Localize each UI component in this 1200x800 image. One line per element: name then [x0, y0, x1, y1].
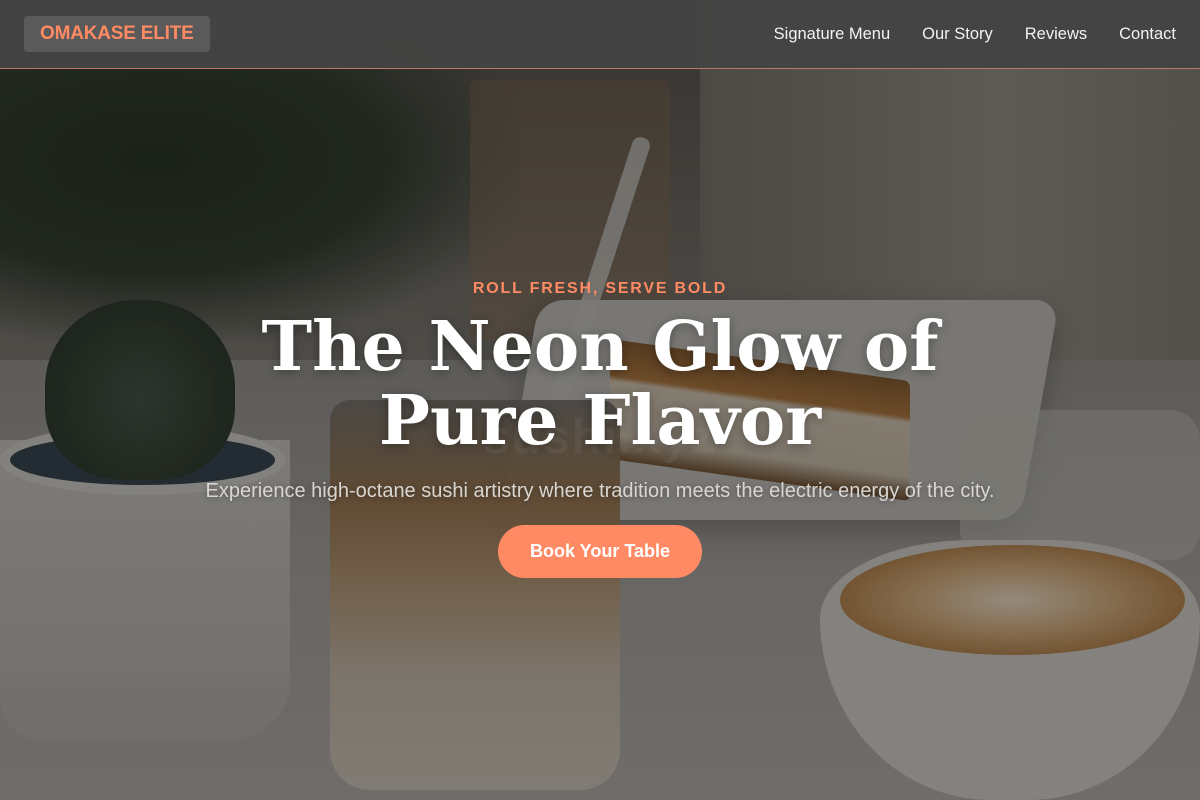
nav-link-our-story[interactable]: Our Story — [922, 25, 993, 44]
nav-link-contact[interactable]: Contact — [1119, 25, 1176, 44]
nav-link-signature-menu[interactable]: Signature Menu — [774, 25, 891, 44]
hero-headline: The Neon Glow of Pure Flavor — [261, 307, 939, 461]
top-navbar: OMAKASE ELITE Signature Menu Our Story R… — [0, 0, 1200, 69]
nav-link-reviews[interactable]: Reviews — [1025, 25, 1087, 44]
brand-logo[interactable]: OMAKASE ELITE — [24, 16, 210, 52]
hero-content: ROLL FRESH, SERVE BOLD The Neon Glow of … — [0, 280, 1200, 578]
hero-eyebrow: ROLL FRESH, SERVE BOLD — [472, 280, 728, 297]
book-table-button[interactable]: Book Your Table — [498, 525, 702, 578]
hero-subheadline: Experience high-octane sushi artistry wh… — [205, 480, 995, 502]
nav-links: Signature Menu Our Story Reviews Contact — [774, 25, 1176, 44]
